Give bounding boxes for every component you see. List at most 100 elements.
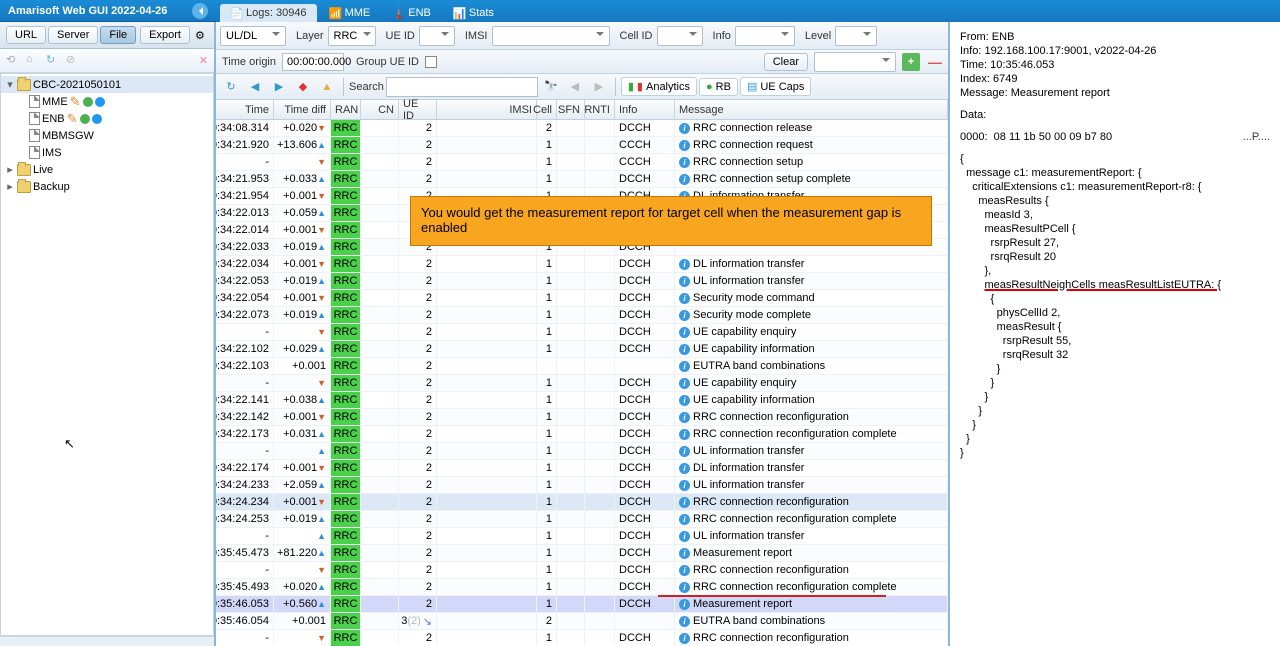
table-row[interactable]: - ▼RRC21DCCHiRRC connection reconfigurat… xyxy=(216,562,948,579)
table-row[interactable]: - ▼RRC21DCCHiRRC connection reconfigurat… xyxy=(216,630,948,646)
table-row[interactable]: 10:34:22.054+0.001 ▼RRC21DCCHiSecurity m… xyxy=(216,290,948,307)
warn-icon[interactable]: ▲ xyxy=(316,77,338,97)
table-row[interactable]: 10:34:22.174+0.001 ▼RRC21DCCHiDL informa… xyxy=(216,460,948,477)
imsi-combo[interactable] xyxy=(492,26,610,46)
imsi-label: IMSI xyxy=(459,30,488,42)
tab-0[interactable]: 📄Logs: 30946 xyxy=(220,4,317,22)
col-ran[interactable]: RAN xyxy=(331,100,361,119)
table-row[interactable]: 10:34:22.142+0.001 ▼RRC21DCCHiRRC connec… xyxy=(216,409,948,426)
server-button[interactable]: Server xyxy=(48,26,98,44)
search-next-icon[interactable]: ▶ xyxy=(588,77,610,97)
table-row[interactable]: 10:34:21.953+0.033 ▲RRC21DCCHiRRC connec… xyxy=(216,171,948,188)
cellid-label: Cell ID xyxy=(614,30,653,42)
tab-2[interactable]: 🗼ENB xyxy=(382,4,441,22)
tree-item-0[interactable]: ▾ CBC-2021050101 xyxy=(1,76,213,93)
table-row[interactable]: 10:34:22.034+0.001 ▼RRC21DCCHiDL informa… xyxy=(216,256,948,273)
origin-bar: Time origin 00:00:00.000 Group UE ID Cle… xyxy=(216,50,948,74)
binoculars-icon[interactable]: 🔭 xyxy=(540,77,562,97)
clear-button[interactable]: Clear xyxy=(764,53,808,71)
col-diff[interactable]: Time diff xyxy=(274,100,331,119)
url-button[interactable]: URL xyxy=(6,26,46,44)
error-icon[interactable]: ◆ xyxy=(292,77,314,97)
level-combo[interactable] xyxy=(835,26,877,46)
table-row[interactable]: 10:34:24.253+0.019 ▲RRC21DCCHiRRC connec… xyxy=(216,511,948,528)
prev-icon[interactable]: ◀ xyxy=(244,77,266,97)
sidebar-collapse-button[interactable] xyxy=(192,3,208,19)
analytics-button[interactable]: ▮▮Analytics xyxy=(621,77,697,96)
table-row[interactable]: 10:34:22.102+0.029 ▲RRC21DCCHiUE capabil… xyxy=(216,341,948,358)
export-button[interactable]: Export xyxy=(140,26,190,44)
table-row[interactable]: 10:35:46.054+0.001 RRC3 (2)↘2iEUTRA band… xyxy=(216,613,948,630)
group-ueid-checkbox[interactable] xyxy=(425,56,437,68)
search-prev-icon[interactable]: ◀ xyxy=(564,77,586,97)
tab-1[interactable]: 📶MME xyxy=(319,4,381,22)
col-ueid[interactable]: UE ID xyxy=(399,100,437,119)
tree-item-3[interactable]: MBMSGW xyxy=(1,127,213,144)
sidebar-scrollbar[interactable] xyxy=(0,636,214,646)
table-row[interactable]: - ▼RRC21DCCHiUE capability enquiry xyxy=(216,375,948,392)
tree-item-1[interactable]: MME ✎ xyxy=(1,93,213,110)
uldl-combo[interactable]: UL/DL xyxy=(220,26,286,46)
detail-code: { message c1: measurementReport: { criti… xyxy=(960,152,1270,460)
top-tabs: 📄Logs: 30946📶MME🗼ENB📊Stats xyxy=(216,0,1280,22)
table-row[interactable]: 10:34:22.141+0.038 ▲RRC21DCCHiUE capabil… xyxy=(216,392,948,409)
table-row[interactable]: 10:35:46.053+0.560 ▲RRC21DCCHiMeasuremen… xyxy=(216,596,948,613)
table-row[interactable]: 10:34:22.103+0.001 RRC2iEUTRA band combi… xyxy=(216,358,948,375)
table-row[interactable]: 10:34:22.073+0.019 ▲RRC21DCCHiSecurity m… xyxy=(216,307,948,324)
layer-combo[interactable]: RRC xyxy=(328,26,376,46)
info-combo[interactable] xyxy=(735,26,795,46)
tree-item-4[interactable]: IMS xyxy=(1,144,213,161)
table-row[interactable]: 10:34:24.234+0.001 ▼RRC21DCCHiRRC connec… xyxy=(216,494,948,511)
clear-combo[interactable] xyxy=(814,52,896,72)
col-cn[interactable]: CN xyxy=(361,100,399,119)
tab-3[interactable]: 📊Stats xyxy=(443,4,504,22)
table-row[interactable]: - ▲RRC21DCCHiUL information transfer xyxy=(216,443,948,460)
file-button[interactable]: File xyxy=(100,26,136,44)
refresh-icon[interactable]: ↻ xyxy=(220,77,242,97)
ueid-label: UE ID xyxy=(380,30,415,42)
level-label: Level xyxy=(799,30,831,42)
col-time[interactable]: Time xyxy=(216,100,274,119)
app-title: Amarisoft Web GUI 2022-04-26 xyxy=(8,5,167,17)
refresh-icon[interactable]: ↻ xyxy=(46,53,62,69)
search-input[interactable] xyxy=(386,77,538,97)
time-origin-input[interactable]: 00:00:00.000 xyxy=(282,53,344,71)
info-label: Info xyxy=(707,30,731,42)
tree-item-5[interactable]: ▸ Live xyxy=(1,161,213,178)
nav-back-icon[interactable]: ⟲ xyxy=(6,53,22,69)
col-cell[interactable]: Cell xyxy=(537,100,557,119)
ueid-combo[interactable] xyxy=(419,26,455,46)
table-row[interactable]: 10:34:22.173+0.031 ▲RRC21DCCHiRRC connec… xyxy=(216,426,948,443)
remove-button[interactable]: — xyxy=(926,53,944,71)
file-tree: ▾ CBC-2021050101 MME ✎ ENB ✎ MBMSGW IMS▸… xyxy=(0,73,214,636)
search-label: Search xyxy=(349,81,384,93)
table-row[interactable]: 10:35:45.473+81.220 ▲RRC21DCCHiMeasureme… xyxy=(216,545,948,562)
col-imsi[interactable]: IMSI xyxy=(437,100,537,119)
group-ueid-label: Group UE ID xyxy=(350,56,419,68)
time-origin-label: Time origin xyxy=(220,56,276,68)
table-row[interactable]: - ▼RRC21DCCHiUE capability enquiry xyxy=(216,324,948,341)
col-msg[interactable]: Message xyxy=(675,100,948,119)
col-info[interactable]: Info xyxy=(615,100,675,119)
uecaps-button[interactable]: ▤UE Caps xyxy=(740,77,811,96)
next-icon[interactable]: ▶ xyxy=(268,77,290,97)
stop-icon[interactable]: ⊘ xyxy=(66,53,82,69)
close-icon[interactable]: ✕ xyxy=(199,54,208,67)
col-rnti[interactable]: RNTI xyxy=(585,100,615,119)
table-row[interactable]: 10:34:22.053+0.019 ▲RRC21DCCHiUL informa… xyxy=(216,273,948,290)
tree-item-6[interactable]: ▸ Backup xyxy=(1,178,213,195)
table-row[interactable]: 10:34:08.314+0.020 ▼RRC22DCCHiRRC connec… xyxy=(216,120,948,137)
filter-bar: UL/DL Layer RRC UE ID IMSI Cell ID Info … xyxy=(216,22,948,50)
table-row[interactable]: 10:34:21.920+13.606 ▲RRC21CCCHiRRC conne… xyxy=(216,137,948,154)
table-row[interactable]: - ▲RRC21DCCHiUL information transfer xyxy=(216,528,948,545)
add-button[interactable]: + xyxy=(902,53,920,71)
table-row[interactable]: 10:34:24.233+2.059 ▲RRC21DCCHiUL informa… xyxy=(216,477,948,494)
col-sfn[interactable]: SFN xyxy=(557,100,585,119)
tree-item-2[interactable]: ENB ✎ xyxy=(1,110,213,127)
rb-button[interactable]: ●RB xyxy=(699,78,738,96)
nav-home-icon[interactable]: ⌂ xyxy=(26,53,42,69)
cellid-combo[interactable] xyxy=(657,26,703,46)
table-row[interactable]: 10:35:45.493+0.020 ▲RRC21DCCHiRRC connec… xyxy=(216,579,948,596)
table-row[interactable]: - ▼RRC21CCCHiRRC connection setup xyxy=(216,154,948,171)
settings-icon[interactable]: ⚙ xyxy=(192,25,208,45)
